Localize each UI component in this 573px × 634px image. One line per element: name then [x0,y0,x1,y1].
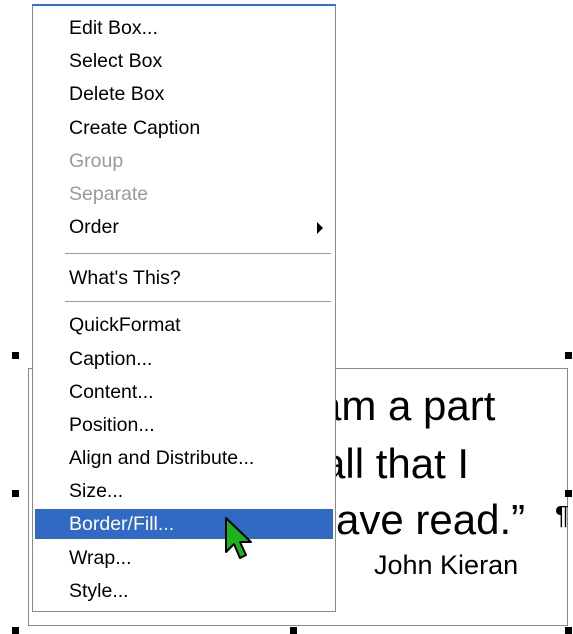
resize-handle-top-left[interactable] [12,352,19,359]
menu-item-separate: Separate [69,183,149,205]
menu-item-create-caption[interactable]: Create Caption [35,113,333,143]
menu-item-order[interactable]: Order [35,212,333,242]
resize-handle-middle-left[interactable] [12,490,19,497]
menu-separator [65,301,331,302]
menu-item-style[interactable]: Style... [35,576,333,606]
resize-handle-bottom-middle[interactable] [290,627,297,634]
menu-item-caption[interactable]: Caption... [35,344,333,374]
menu-item-quickformat[interactable]: QuickFormat [35,310,333,340]
quote-line-1: am a part [318,382,496,429]
menu-item-delete-box[interactable]: Delete Box [35,79,333,109]
menu-item-size[interactable]: Size... [35,476,333,506]
menu-item-group: Group [69,150,124,172]
mouse-pointer-icon [225,517,252,559]
resize-handle-bottom-right[interactable] [565,627,572,634]
resize-handle-middle-right[interactable] [565,490,572,497]
menu-item-content[interactable]: Content... [35,377,333,407]
paragraph-mark: ¶ [555,500,569,530]
menu-top-accent [32,4,336,6]
menu-item-position[interactable]: Position... [35,410,333,440]
quote-line-3: ave read.” [336,496,526,543]
resize-handle-top-right[interactable] [565,352,572,359]
arrow-right-icon [317,222,323,234]
menu-item-select-box[interactable]: Select Box [35,46,333,76]
menu-separator [65,253,331,254]
menu-item-border-fill[interactable]: Border/Fill... [35,509,333,539]
quote-author: John Kieran [374,550,519,580]
context-menu: Edit Box... Select Box Delete Box Create… [32,4,336,612]
menu-item-whats-this[interactable]: What's This? [35,263,333,293]
menu-item-edit-box[interactable]: Edit Box... [35,13,333,43]
resize-handle-bottom-left[interactable] [12,627,19,634]
menu-item-wrap[interactable]: Wrap... [35,543,333,573]
menu-item-align-and-distribute[interactable]: Align and Distribute... [35,443,333,473]
quote-line-2: all that I [322,440,470,487]
